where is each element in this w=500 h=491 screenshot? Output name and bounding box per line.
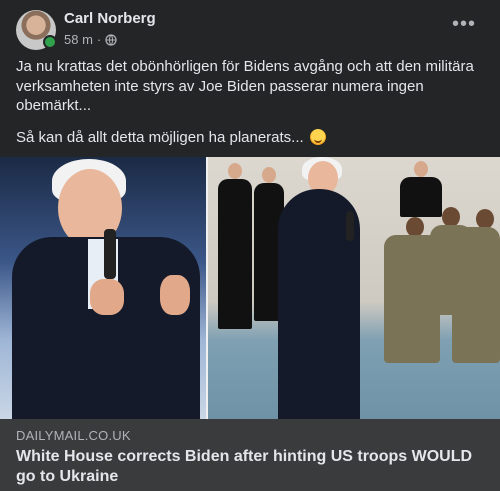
post-header: Carl Norberg 58 m · •••	[16, 10, 484, 52]
post-paragraph-2: Så kan då allt detta möjligen ha planera…	[16, 128, 486, 148]
soldier-head	[476, 209, 494, 229]
officer-head	[414, 161, 428, 177]
photo-biden-troops	[208, 157, 500, 419]
photo-biden-closeup	[0, 157, 206, 419]
post-paragraph-2-text: Så kan då allt detta möjligen ha planera…	[16, 128, 304, 146]
link-preview[interactable]: DAILYMAIL.CO.UK White House corrects Bid…	[0, 419, 500, 491]
microphone	[346, 211, 354, 241]
avatar[interactable]	[16, 10, 57, 50]
globe-icon[interactable]	[105, 33, 117, 46]
link-headline[interactable]: White House corrects Biden after hinting…	[16, 447, 484, 487]
author-name[interactable]: Carl Norberg	[64, 10, 156, 27]
facebook-post: Carl Norberg 58 m · ••• Ja nu krattas de…	[0, 0, 500, 491]
microphone	[104, 229, 116, 279]
guard-head	[262, 167, 276, 183]
post-time[interactable]: 58 m	[64, 32, 93, 47]
link-source[interactable]: DAILYMAIL.CO.UK	[16, 428, 131, 443]
online-status-dot	[43, 35, 57, 49]
guard-head	[228, 163, 242, 179]
post-meta: 58 m ·	[64, 32, 117, 47]
soldier-head	[442, 207, 460, 227]
post-image[interactable]	[0, 157, 500, 419]
post-text: Ja nu krattas det obönhörligen för Biden…	[16, 57, 486, 159]
guard	[218, 179, 252, 329]
post-paragraph-1: Ja nu krattas det obönhörligen för Biden…	[16, 58, 474, 114]
soldier-head	[406, 217, 424, 237]
meta-separator: ·	[96, 32, 102, 47]
more-horizontal-icon[interactable]: •••	[452, 14, 476, 34]
left-hand	[90, 279, 124, 315]
smiling-face-icon	[309, 128, 326, 145]
officer	[400, 177, 442, 217]
soldier	[452, 227, 500, 363]
right-hand	[160, 275, 190, 315]
